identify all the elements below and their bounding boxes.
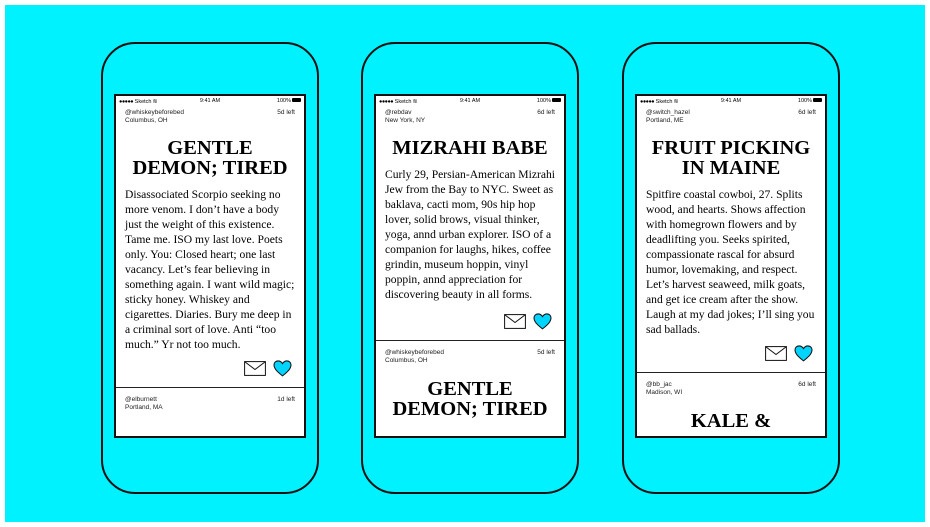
title-line-1: MIZRAHI BABE [392,137,548,159]
days-left: 5d left [537,349,555,356]
phone-mockup-2: ●●●●● Sketch≋ 9:41 AM 100% @rebdav New Y… [361,42,579,494]
profile-bio: Spitfire coastal cowboi, 27. Splits wood… [646,188,815,336]
days-left: 6d left [537,109,555,116]
profile-location: New York, NY [385,117,426,124]
profile-handle[interactable]: @rebdav [385,109,411,117]
status-bar: ●●●●● Sketch≋ 9:41 AM 100% [376,96,564,107]
phone-screen: ●●●●● Sketch≋ 9:41 AM 100% @rebdav New Y… [374,94,566,438]
next-profile-card[interactable]: @elburnett Portland, MA 1d left [116,388,304,416]
status-time: 9:41 AM [459,98,481,104]
mail-icon[interactable] [765,346,787,361]
profile-title: MIZRAHI BABE [376,137,564,159]
profile-handle[interactable]: @whiskeybeforebed [125,109,184,117]
days-left: 5d left [277,109,295,116]
profile-bio: Disassociated Scorpio seeking no more ve… [125,188,295,351]
card-actions [116,357,304,381]
battery-label: 100% [276,98,291,104]
phone-screen: ●●●●● Sketch≋ 9:41 AM 100% @switch_hazel… [635,94,827,438]
battery-label: 100% [536,98,551,104]
status-bar: ●●●●● Sketch≋ 9:41 AM 100% [116,96,304,107]
profile-title: GENTLE DEMON; TIRED [376,378,564,420]
phone-screen: ●●●●● Sketch≋ 9:41 AM 100% @whiskeybefor… [114,94,306,438]
phone-mockup-3: ●●●●● Sketch≋ 9:41 AM 100% @switch_hazel… [622,42,840,494]
days-left: 1d left [277,396,295,403]
next-profile-card[interactable]: @whiskeybeforebed Columbus, OH 5d left G… [376,341,564,419]
heart-icon[interactable] [794,345,813,362]
title-line-2: DEMON; TIRED [392,398,548,420]
heart-icon[interactable] [533,313,552,330]
status-time: 9:41 AM [199,98,221,104]
battery-label: 100% [797,98,812,104]
profile-handle[interactable]: @bb_jac [646,381,672,389]
title-line-1: FRUIT PICKING [651,137,811,159]
profile-card[interactable]: @rebdav New York, NY 6d left MIZRAHI BAB… [376,107,564,334]
profile-card[interactable]: @switch_hazel Portland, ME 6d left FRUIT… [637,107,825,366]
mail-icon[interactable] [244,361,266,376]
battery-icon [813,97,822,102]
profile-location: Madison, WI [646,389,683,396]
profile-location: Columbus, OH [125,117,168,124]
profile-location: Portland, ME [646,117,684,124]
phone-mockup-1: ●●●●● Sketch≋ 9:41 AM 100% @whiskeybefor… [101,42,319,494]
status-bar: ●●●●● Sketch≋ 9:41 AM 100% [637,96,825,107]
profile-title: KALE & [637,410,825,432]
title-line-1: GENTLE [427,378,513,400]
profile-handle[interactable]: @switch_hazel [646,109,690,117]
title-line-1: GENTLE [167,137,253,159]
title-line-1: KALE & [690,410,772,432]
battery-icon [292,97,301,102]
profile-handle[interactable]: @elburnett [125,396,157,404]
days-left: 6d left [798,109,816,116]
card-actions [376,310,564,334]
title-line-2: IN MAINE [681,157,781,179]
profile-location: Portland, MA [125,404,163,411]
mail-icon[interactable] [504,314,526,329]
profile-location: Columbus, OH [385,357,428,364]
profile-title: FRUIT PICKING IN MAINE [637,137,825,179]
title-line-2: DEMON; TIRED [132,157,288,179]
status-time: 9:41 AM [720,98,742,104]
profile-title: GENTLE DEMON; TIRED [116,137,304,179]
days-left: 6d left [798,381,816,388]
card-actions [637,342,825,366]
profile-card[interactable]: @whiskeybeforebed Columbus, OH 5d left G… [116,107,304,381]
profile-bio: Curly 29, Persian-American Mizrahi Jew f… [385,168,555,301]
heart-icon[interactable] [273,360,292,377]
next-profile-card[interactable]: @bb_jac Madison, WI 6d left KALE & [637,373,825,431]
battery-icon [552,97,561,102]
profile-handle[interactable]: @whiskeybeforebed [385,349,444,357]
